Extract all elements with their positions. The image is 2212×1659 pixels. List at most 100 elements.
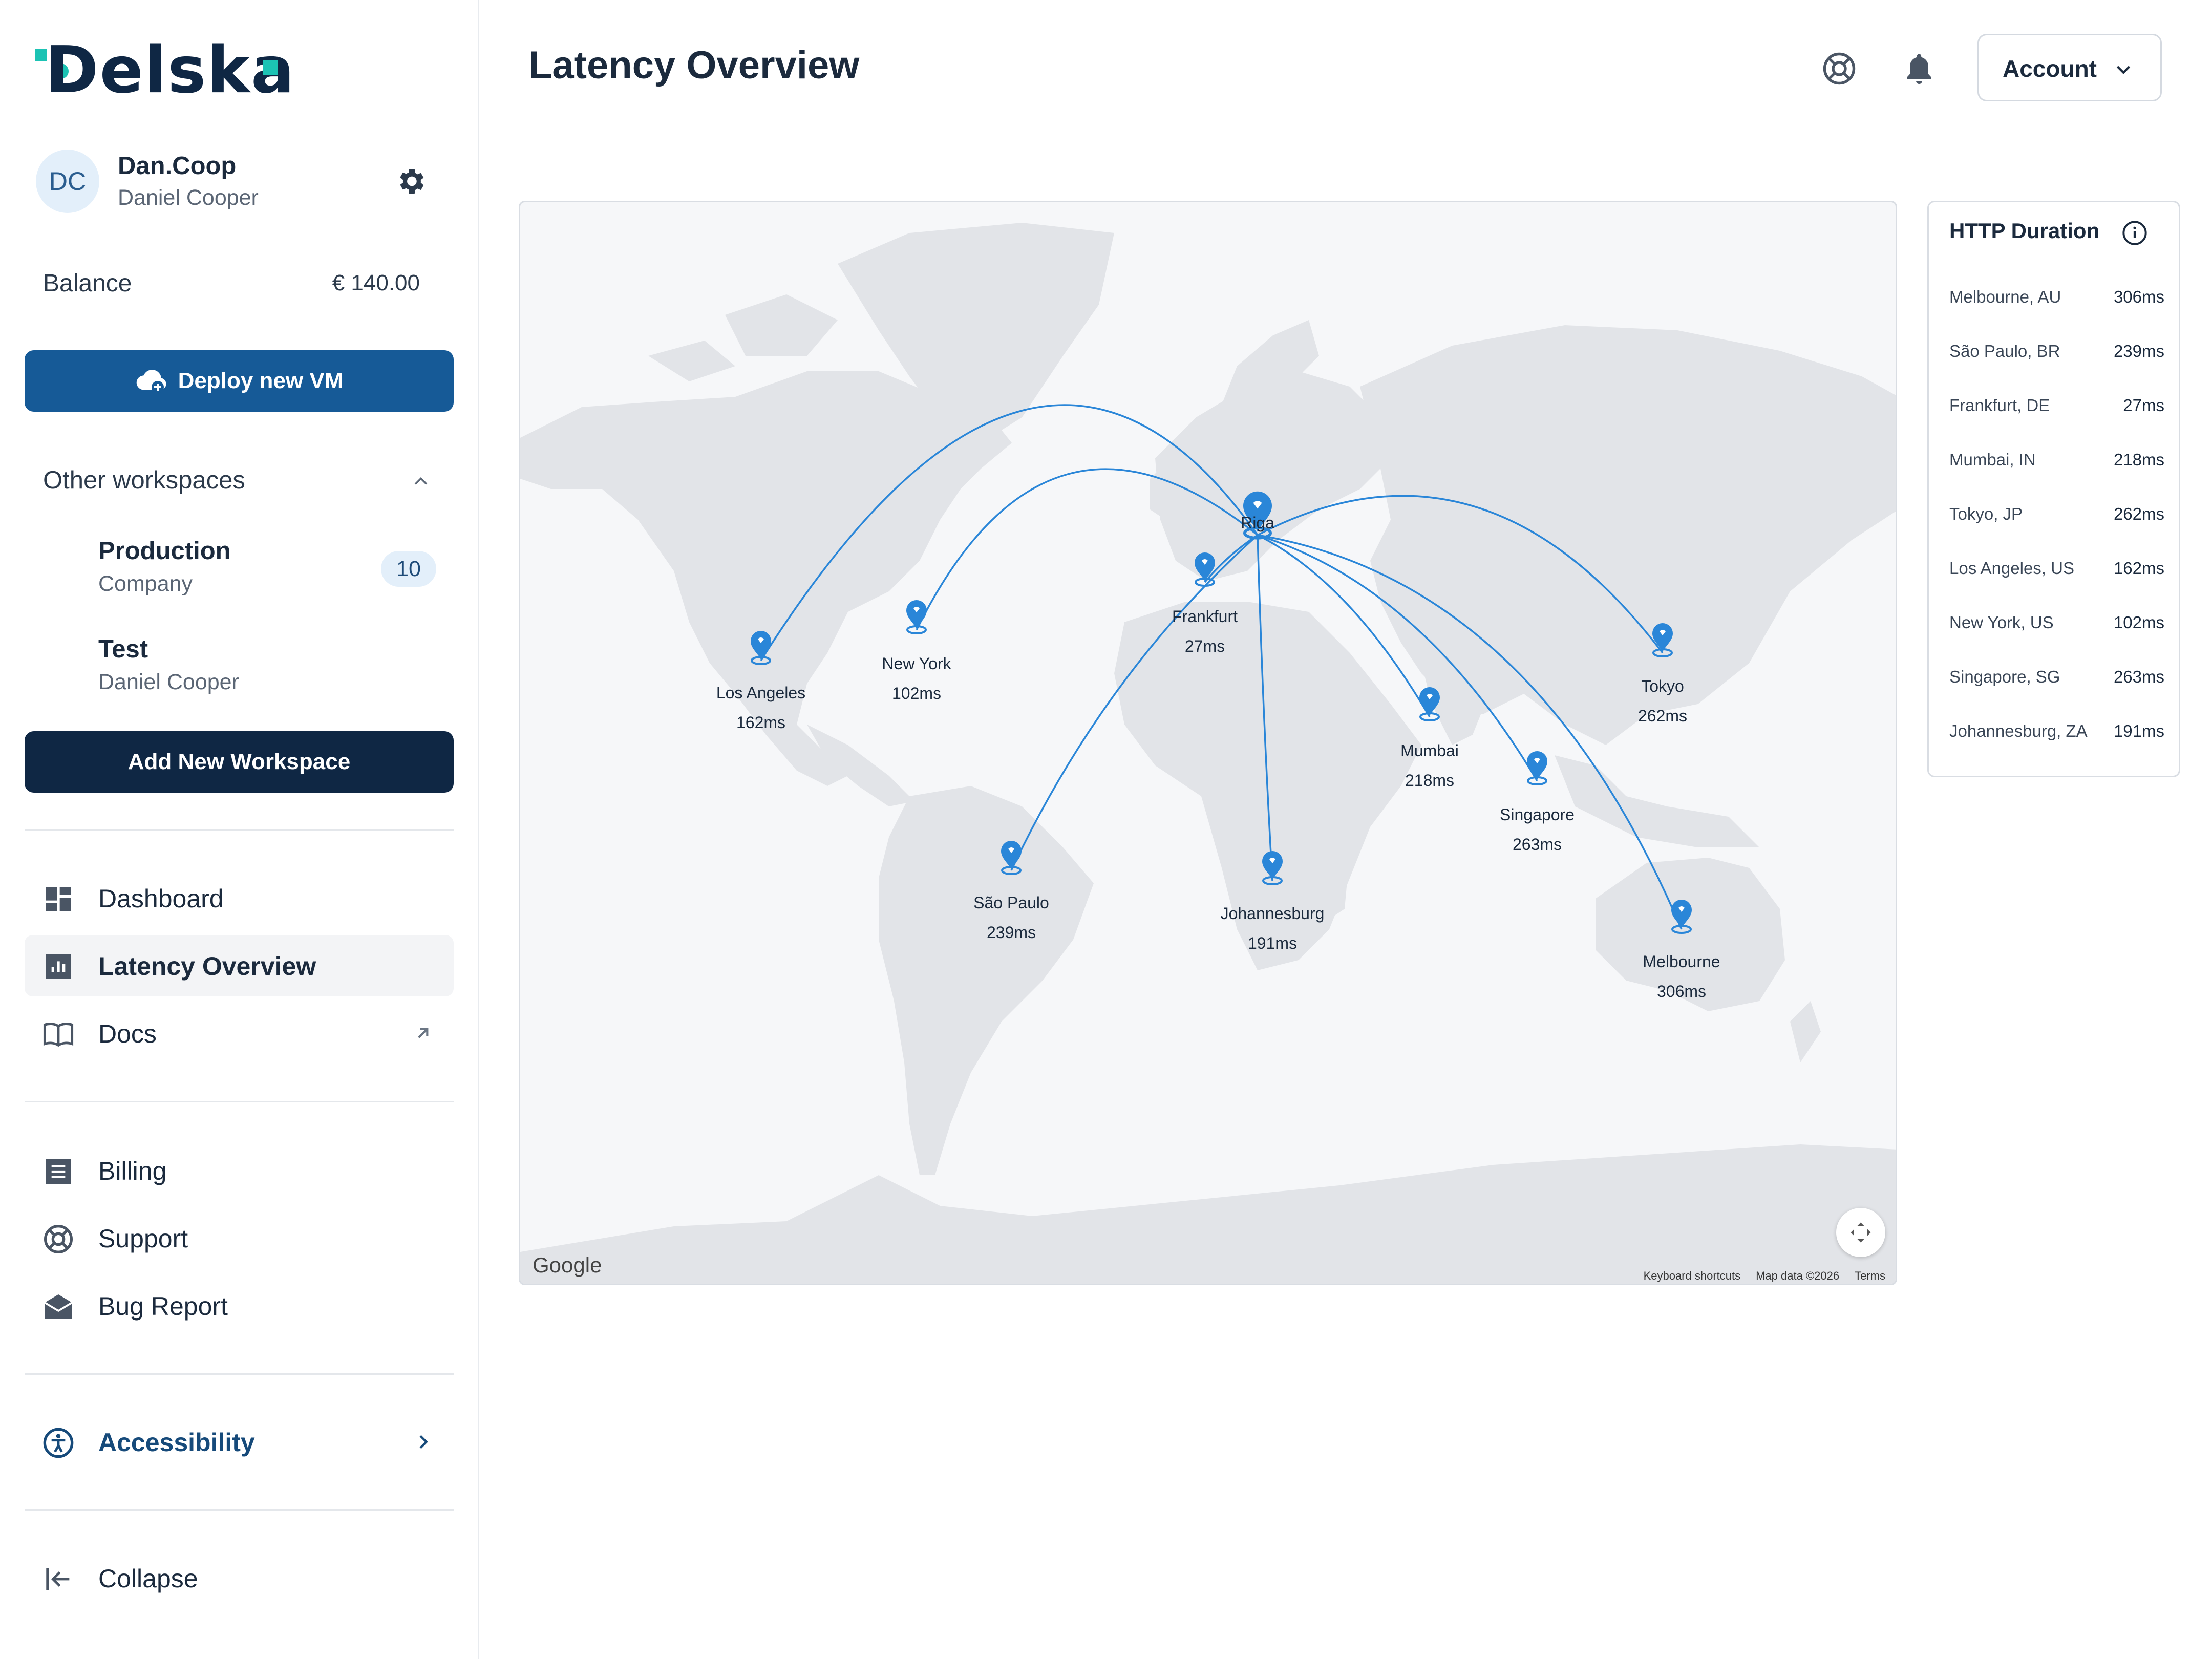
keyboard-shortcuts-link[interactable]: Keyboard shortcuts [1644,1269,1741,1283]
workspace-name: Production [98,537,231,565]
pin-label-sao-paulo: São Paulo 239ms [973,888,1049,947]
gear-icon[interactable] [394,165,427,198]
duration-value: 162ms [2113,559,2164,578]
nav-label: Support [98,1224,188,1253]
pin-city: Riga [1241,514,1274,532]
pin-city: Frankfurt [1172,607,1238,626]
balance: Balance € 140.00 [43,266,420,302]
logo-text: Delska [45,32,296,108]
collapse-icon [46,1568,70,1590]
user-profile: DC Dan.Coop Daniel Cooper [36,150,435,216]
duration-value: 263ms [2113,667,2164,686]
duration-value: 306ms [2113,287,2164,306]
lifebuoy-icon[interactable] [1821,50,1858,87]
duration-location: Singapore, SG [1949,667,2060,686]
nav-label: Collapse [98,1564,198,1593]
chevron-up-icon[interactable] [410,470,432,493]
receipt-icon [46,1159,71,1184]
bar-chart-icon [46,954,71,979]
map-pin-icon-s-o-paulo[interactable] [1001,841,1022,875]
nav-item-accessibility[interactable]: Accessibility [25,1411,454,1473]
map-pin-icon-new-york[interactable] [906,600,927,634]
pin-label-melbourne: Melbourne 306ms [1643,947,1720,1006]
duration-value: 239ms [2113,342,2164,360]
pin-latency: 306ms [1656,982,1707,1001]
nav-label: Docs [98,1019,157,1048]
http-duration-panel: HTTP Duration Melbourne, AU 306ms São Pa… [1927,201,2180,777]
divider [25,1373,454,1375]
nav-item-bug-report[interactable]: Bug Report [25,1275,454,1336]
duration-row: Johannesburg, ZA 191ms [1949,721,2164,752]
workspace-item-production[interactable]: Production Company 10 [98,537,446,608]
divider [25,1101,454,1102]
duration-value: 262ms [2113,504,2164,523]
workspace-item-test[interactable]: Test Daniel Cooper [98,635,446,707]
map-pin-icon-mumbai[interactable] [1419,687,1440,721]
pin-city: Tokyo [1641,677,1684,695]
duration-value: 27ms [2123,396,2164,415]
pin-city: Johannesburg [1220,904,1325,923]
deploy-vm-label: Deploy new VM [178,368,344,393]
nav-item-dashboard[interactable]: Dashboard [25,867,454,929]
book-icon [43,1023,74,1047]
nav-item-docs[interactable]: Docs [25,1003,454,1064]
divider [25,1509,454,1511]
duration-row: Los Angeles, US 162ms [1949,559,2164,589]
info-icon[interactable] [2121,220,2148,246]
world-map [520,223,1896,1284]
other-workspaces-header[interactable]: Other workspaces [43,461,432,502]
nav-item-support[interactable]: Support [25,1207,454,1269]
workspace-name: Test [98,635,148,663]
pin-latency: 102ms [891,684,942,703]
pin-city: New York [882,654,951,673]
latency-map[interactable]: Riga Los Angeles 162ms New York 102ms Fr… [519,201,1897,1285]
duration-row: São Paulo, BR 239ms [1949,342,2164,372]
sidebar: Delska DC Dan.Coop Daniel Cooper Balance… [0,0,479,1659]
pin-city: Los Angeles [716,684,806,702]
duration-value: 191ms [2113,721,2164,740]
map-pin-icon-singapore[interactable] [1527,751,1547,785]
pin-city: Mumbai [1400,741,1459,760]
duration-value: 102ms [2113,613,2164,632]
duration-location: Frankfurt, DE [1949,396,2050,415]
terms-link[interactable]: Terms [1855,1269,1885,1283]
duration-row: Mumbai, IN 218ms [1949,450,2164,481]
pin-label-mumbai: Mumbai 218ms [1400,736,1459,795]
nav-item-latency-overview[interactable]: Latency Overview [25,935,454,996]
bell-icon[interactable] [1901,50,1938,87]
add-new-workspace-button[interactable]: Add New Workspace [25,731,454,793]
cloud-upload-icon [136,370,166,393]
move-arrows-icon [1851,1222,1871,1243]
landmasses [520,223,1896,1284]
duration-location: New York, US [1949,613,2054,632]
duration-location: Melbourne, AU [1949,287,2061,306]
map-pin-icon-johannesburg[interactable] [1262,851,1283,885]
divider [25,830,454,831]
deploy-vm-button[interactable]: Deploy new VM [25,350,454,412]
pin-city: Melbourne [1643,952,1720,971]
delska-logo[interactable]: Delska [35,38,294,107]
duration-row: New York, US 102ms [1949,613,2164,644]
nav-item-billing[interactable]: Billing [25,1140,454,1201]
duration-row: Singapore, SG 263ms [1949,667,2164,698]
pin-latency: 262ms [1637,706,1688,725]
map-camera-control[interactable] [1836,1208,1885,1257]
map-pin-icon-melbourne[interactable] [1671,900,1692,934]
pin-latency: 162ms [736,713,786,732]
duration-value: 218ms [2113,450,2164,469]
duration-location: Johannesburg, ZA [1949,721,2088,740]
accessibility-icon [43,1428,74,1458]
panel-title: HTTP Duration [1949,219,2100,243]
nav-item-collapse[interactable]: Collapse [25,1547,454,1609]
username: Dan.Coop [118,152,237,180]
workspace-subtitle: Daniel Cooper [98,670,239,694]
dashboard-icon [46,887,71,911]
map-pin-icon-frankfurt[interactable] [1195,552,1215,587]
map-pin-icon-tokyo[interactable] [1652,623,1673,657]
account-dropdown[interactable]: Account [1977,34,2162,101]
workspace-subtitle: Company [98,571,193,596]
duration-location: Tokyo, JP [1949,504,2023,523]
pin-label-frankfurt: Frankfurt 27ms [1172,602,1238,661]
nav-label: Billing [98,1157,167,1185]
map-pin-icon-los-angeles[interactable] [751,631,771,665]
